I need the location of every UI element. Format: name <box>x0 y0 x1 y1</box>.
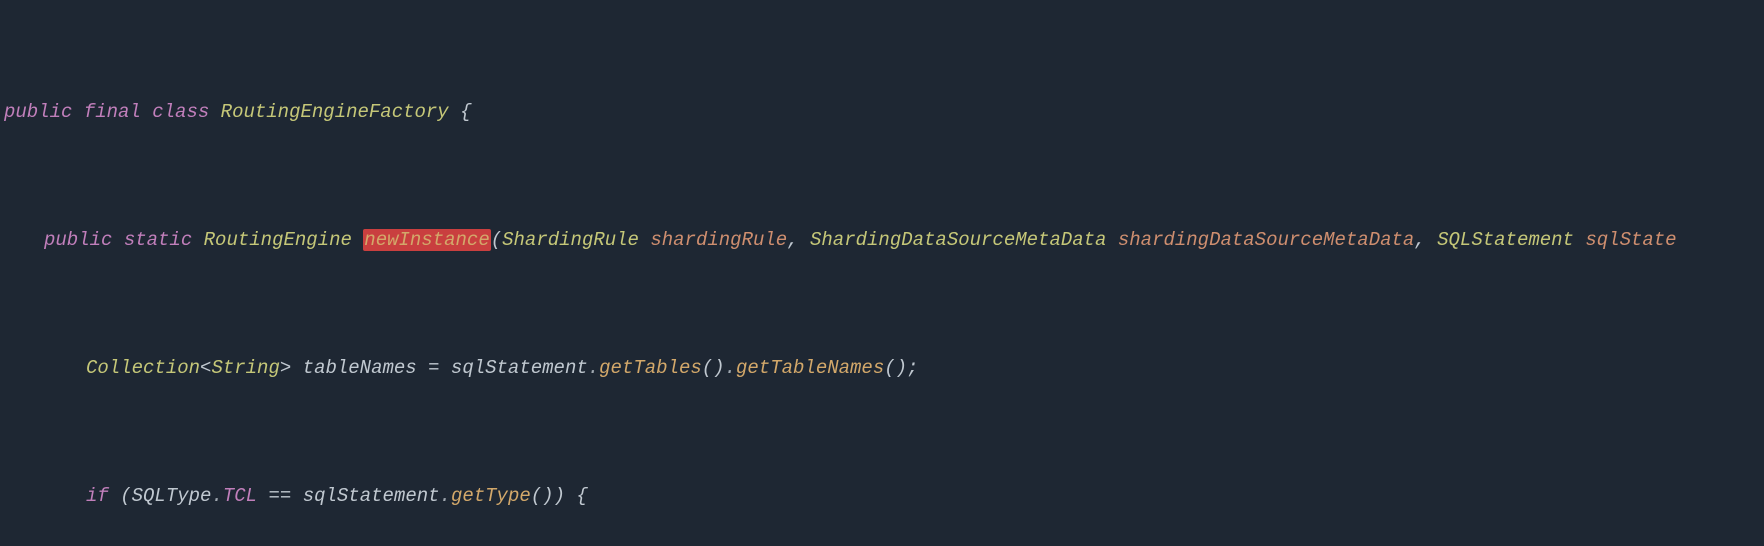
keyword: class <box>152 101 209 123</box>
code-line: Collection<String> tableNames = sqlState… <box>0 352 1764 384</box>
param-name: sqlState <box>1585 229 1676 251</box>
var-name: tableNames <box>303 357 417 379</box>
return-type: RoutingEngine <box>204 229 352 251</box>
keyword: public <box>4 101 72 123</box>
code-line: public final class RoutingEngineFactory … <box>0 96 1764 128</box>
param-name: shardingDataSourceMetaData <box>1118 229 1414 251</box>
code-line: public static RoutingEngine newInstance(… <box>0 224 1764 256</box>
paren: ( <box>491 229 502 251</box>
class-name: RoutingEngineFactory <box>221 101 449 123</box>
code-editor[interactable]: public final class RoutingEngineFactory … <box>0 0 1764 546</box>
method-call: getTableNames <box>736 357 884 379</box>
code-line: if (SQLType.TCL == sqlStatement.getType(… <box>0 480 1764 512</box>
brace: { <box>460 101 471 123</box>
param-type: SQLStatement <box>1437 229 1574 251</box>
method-call: getTables <box>599 357 702 379</box>
param-type: ShardingDataSourceMetaData <box>810 229 1106 251</box>
param-type: ShardingRule <box>502 229 639 251</box>
keyword: static <box>124 229 192 251</box>
method-name-highlighted: newInstance <box>363 229 490 251</box>
param-name: shardingRule <box>650 229 787 251</box>
keyword: final <box>84 101 141 123</box>
keyword: public <box>44 229 112 251</box>
type: Collection <box>86 357 200 379</box>
